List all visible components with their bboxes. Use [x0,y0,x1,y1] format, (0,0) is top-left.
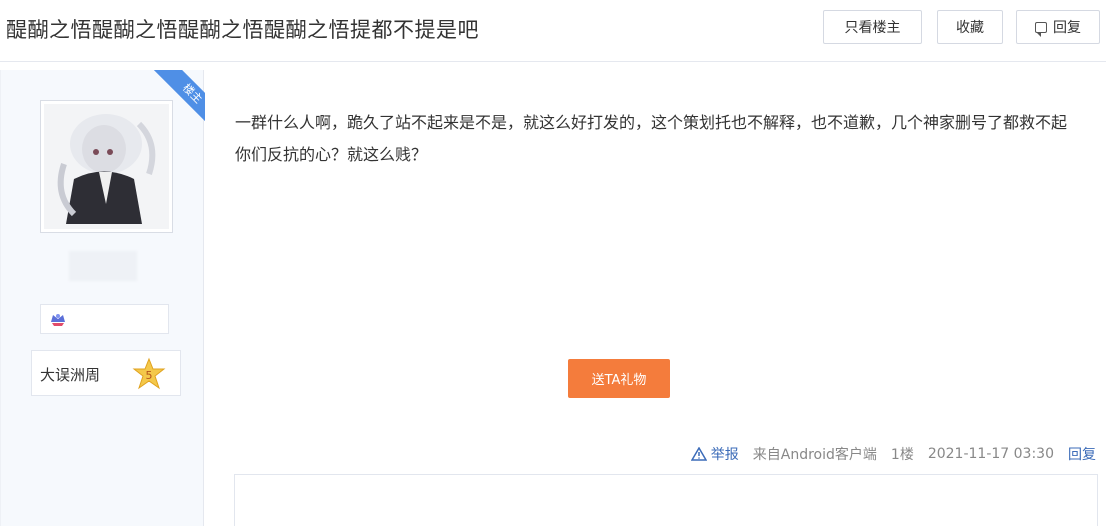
reply-icon [1035,21,1047,37]
reply-button[interactable]: 回复 [1016,10,1100,44]
reply-area [234,474,1098,526]
report-label: 举报 [710,447,739,463]
post: 楼主 大误洲周 5 一群什么人啊，跪久了站不起来是不是，就这么好打发的，这个策划… [0,70,1106,526]
avatar[interactable] [40,100,173,233]
favorite-button[interactable]: 收藏 [937,10,1003,44]
post-meta: 举报 来自Android客户端 1楼 2021-11-17 03:30 回复 [690,444,1096,464]
warning-icon [690,447,707,461]
reply-link[interactable]: 回复 [1068,444,1096,464]
floor-number: 1楼 [890,447,914,463]
only-op-button[interactable]: 只看楼主 [823,10,922,44]
username-redacted [69,251,137,281]
post-source: 来自Android客户端 [752,447,877,463]
send-gift-button[interactable]: 送TA礼物 [568,359,670,398]
thread-header: 醍醐之悟醍醐之悟醍醐之悟醍醐之悟提都不提是吧 只看楼主 收藏 回复 [0,0,1106,62]
avatar-image [44,104,169,229]
reply-button-label: 回复 [1053,20,1081,36]
post-time: 2021-11-17 03:30 [927,446,1054,462]
author-panel: 楼主 大误洲周 5 [0,70,205,526]
thread-title: 醍醐之悟醍醐之悟醍醐之悟醍醐之悟提都不提是吧 [6,18,479,42]
level-number: 5 [146,369,153,382]
level-badge[interactable]: 大误洲周 5 [31,350,181,396]
level-name: 大误洲周 [40,366,101,384]
crown-icon [51,314,65,326]
post-body: 一群什么人啊，跪久了站不起来是不是，就这么好打发的，这个策划托也不解释，也不道歉… [235,113,1068,164]
post-content: 一群什么人啊，跪久了站不起来是不是，就这么好打发的，这个策划托也不解释，也不道歉… [204,70,1106,526]
report-link[interactable]: 举报 [690,444,739,464]
level-star-icon: 5 [132,357,166,390]
member-badge[interactable] [40,304,169,334]
